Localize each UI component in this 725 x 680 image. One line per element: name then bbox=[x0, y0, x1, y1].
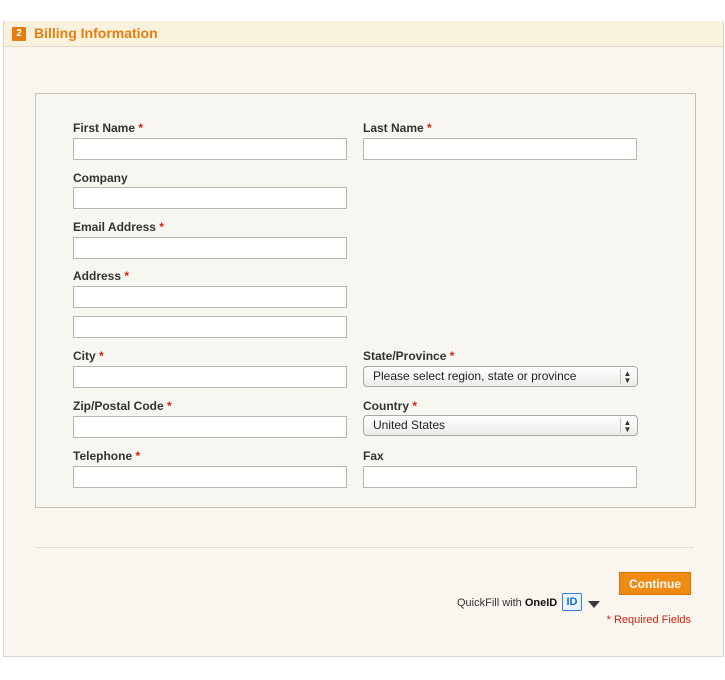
required-marker: * bbox=[135, 449, 141, 463]
fax-input[interactable] bbox=[363, 466, 637, 488]
first-name-label: First Name * bbox=[73, 121, 143, 135]
fax-label-text: Fax bbox=[363, 449, 384, 463]
country-label: Country * bbox=[363, 399, 417, 413]
section-title: Billing Information bbox=[34, 25, 158, 41]
select-arrows-icon: ▲ ▼ bbox=[620, 369, 634, 385]
company-input[interactable] bbox=[73, 187, 347, 209]
step-number: 2 bbox=[12, 27, 26, 41]
first-name-label-text: First Name bbox=[73, 121, 136, 135]
required-marker: * bbox=[159, 220, 164, 234]
billing-section: 2 Billing Information First Name * Last … bbox=[3, 21, 724, 657]
section-header[interactable]: 2 Billing Information bbox=[4, 21, 723, 47]
billing-fieldset: First Name * Last Name * Company Email A… bbox=[35, 93, 696, 508]
country-selected-value: United States bbox=[373, 418, 446, 432]
divider bbox=[35, 547, 694, 548]
address-label: Address * bbox=[73, 269, 129, 283]
required-marker: * bbox=[412, 399, 418, 413]
required-marker: * bbox=[167, 399, 172, 413]
email-input[interactable] bbox=[73, 237, 347, 259]
address-label-text: Address bbox=[73, 269, 122, 283]
select-arrows-icon: ▲ ▼ bbox=[620, 418, 634, 434]
state-label: State/Province * bbox=[363, 349, 454, 363]
chevron-down-icon[interactable] bbox=[588, 601, 600, 608]
telephone-label: Telephone * bbox=[73, 449, 140, 463]
required-marker: * bbox=[124, 269, 130, 283]
last-name-label-text: Last Name bbox=[363, 121, 424, 135]
email-label-text: Email Address bbox=[73, 220, 156, 234]
company-label-text: Company bbox=[73, 171, 128, 185]
state-selected-value: Please select region, state or province bbox=[373, 369, 577, 383]
address-line1-input[interactable] bbox=[73, 286, 347, 308]
required-marker: * bbox=[427, 121, 432, 135]
address-line2-input[interactable] bbox=[73, 316, 347, 338]
country-label-text: Country bbox=[363, 399, 409, 413]
required-fields-note: * Required Fields bbox=[606, 614, 691, 626]
required-marker: * bbox=[138, 121, 144, 135]
required-marker: * bbox=[449, 349, 455, 363]
city-input[interactable] bbox=[73, 366, 347, 388]
telephone-input[interactable] bbox=[73, 466, 347, 488]
state-label-text: State/Province bbox=[363, 349, 447, 363]
company-label: Company bbox=[73, 171, 128, 185]
last-name-input[interactable] bbox=[363, 138, 637, 160]
city-label: City * bbox=[73, 349, 104, 363]
quickfill-link[interactable]: QuickFill with OneID bbox=[457, 597, 557, 609]
zip-label: Zip/Postal Code * bbox=[73, 399, 172, 413]
quickfill-prefix: QuickFill with bbox=[457, 597, 525, 609]
first-name-input[interactable] bbox=[73, 138, 347, 160]
oneid-brand: OneID bbox=[524, 597, 558, 609]
continue-button[interactable]: Continue bbox=[619, 572, 691, 595]
state-select[interactable]: Please select region, state or province … bbox=[363, 366, 638, 387]
zip-input[interactable] bbox=[73, 416, 347, 438]
city-label-text: City bbox=[73, 349, 96, 363]
country-select[interactable]: United States ▲ ▼ bbox=[363, 415, 638, 436]
telephone-label-text: Telephone bbox=[73, 449, 133, 463]
zip-label-text: Zip/Postal Code bbox=[73, 399, 164, 413]
required-marker: * bbox=[99, 349, 104, 363]
fax-label: Fax bbox=[363, 449, 384, 463]
oneid-icon[interactable]: ID bbox=[562, 593, 582, 611]
email-label: Email Address * bbox=[73, 220, 164, 234]
last-name-label: Last Name * bbox=[363, 121, 432, 135]
